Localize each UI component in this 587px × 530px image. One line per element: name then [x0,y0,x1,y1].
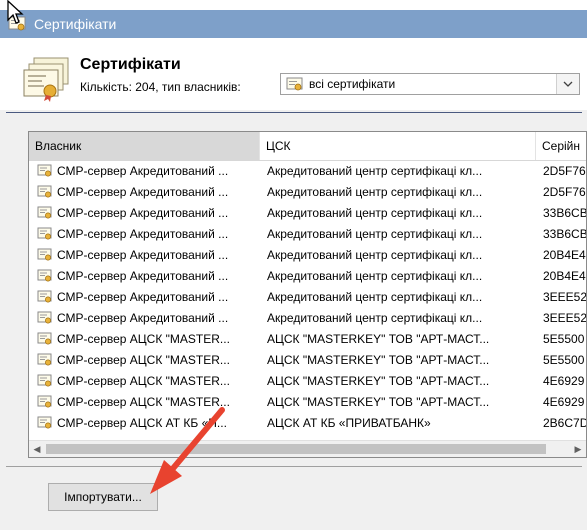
certificates-table[interactable]: Власник ЦСК Серійн СМР-сервер Акредитова… [28,131,587,458]
owner-cell: СМР-сервер Акредитований ... [57,290,229,304]
certificate-icon [37,248,53,262]
title-bar: Сертифікати [0,0,587,48]
table-row[interactable]: СМР-сервер Акредитований ... Акредитовани… [29,266,586,287]
csk-cell: Акредитований центр сертифікаці кл... [267,164,483,178]
column-header-csk[interactable]: ЦСК [260,132,536,160]
serial-cell: 33B6CB [543,206,587,220]
serial-cell: 2D5F76 [543,185,586,199]
certificate-icon [37,416,53,430]
dropdown-button[interactable] [556,74,579,94]
owner-cell: СМР-сервер АЦСК АТ КБ «П... [57,416,227,430]
serial-cell: 3EEE52 [543,290,587,304]
csk-cell: Акредитований центр сертифікаці кл... [267,290,483,304]
csk-cell: Акредитований центр сертифікаці кл... [267,206,483,220]
owner-cell: СМР-сервер Акредитований ... [57,269,229,283]
serial-cell: 33B6CB [543,227,587,241]
table-row[interactable]: СМР-сервер АЦСК "MASTER... АЦСК "MASTERKE… [29,392,586,413]
table-header: Власник ЦСК Серійн [29,132,586,161]
window-title: Сертифікати [34,16,117,32]
csk-cell: Акредитований центр сертифікаці кл... [267,248,483,262]
certificate-icon [37,227,53,241]
csk-cell: Акредитований центр сертифікаці кл... [267,311,483,325]
certificate-icon [37,311,53,325]
certificate-count-label: Кількість: 204, тип власників: [80,80,241,94]
chevron-down-icon [563,81,573,87]
owner-cell: СМР-сервер АЦСК "MASTER... [57,395,230,409]
table-row[interactable]: СМР-сервер АЦСК "MASTER... АЦСК "MASTERKE… [29,371,586,392]
scroll-right-icon[interactable]: ▶ [570,441,586,457]
certificate-icon [37,332,53,346]
table-row[interactable]: СМР-сервер АЦСК "MASTER... АЦСК "MASTERKE… [29,350,586,371]
owner-type-select[interactable]: всі сертифікати [280,73,580,95]
serial-cell: 2D5F76 [543,164,586,178]
owner-cell: СМР-сервер Акредитований ... [57,206,229,220]
certificates-stack-icon [23,57,69,102]
owner-cell: СМР-сервер Акредитований ... [57,311,229,325]
table-row[interactable]: СМР-сервер Акредитований ... Акредитовани… [29,308,587,329]
owner-cell: СМР-сервер Акредитований ... [57,164,229,178]
scroll-left-icon[interactable]: ◀ [29,441,45,457]
certificate-icon [286,77,303,91]
certificate-icon [37,185,53,199]
serial-cell: 20B4E4 [543,269,586,283]
owner-cell: СМР-сервер Акредитований ... [57,248,229,262]
csk-cell: АЦСК "MASTERKEY" ТОВ "АРТ-МАСТ... [267,332,490,346]
serial-cell: 5E5500 [543,332,585,346]
table-body: СМР-сервер Акредитований ... Акредитовани… [29,161,587,434]
csk-cell: Акредитований центр сертифікаці кл... [267,269,483,283]
csk-cell: АЦСК АТ КБ «ПРИВАТБАНК» [267,416,431,430]
table-row[interactable]: СМР-сервер Акредитований ... Акредитовани… [29,161,586,182]
serial-cell: 20B4E4 [543,248,586,262]
horizontal-scrollbar[interactable]: ◀ ▶ [29,440,586,457]
certificate-icon [37,353,53,367]
owner-cell: СМР-сервер АЦСК "MASTER... [57,353,230,367]
certificate-icon [37,374,53,388]
owner-cell: СМР-сервер Акредитований ... [57,185,229,199]
serial-cell: 5E5500 [543,353,585,367]
certificate-icon [37,290,53,304]
csk-cell: АЦСК "MASTERKEY" ТОВ "АРТ-МАСТ... [267,374,490,388]
table-row[interactable]: СМР-сервер Акредитований ... Акредитовани… [29,287,587,308]
owner-cell: СМР-сервер АЦСК "MASTER... [57,332,230,346]
page-title: Сертифікати [80,56,181,73]
mouse-cursor-icon [7,0,24,24]
header-area: Сертифікати Кількість: 204, тип власникі… [0,48,587,110]
serial-cell: 3EEE52 [543,311,587,325]
certificate-icon [37,395,53,409]
certificate-icon [37,269,53,283]
footer-separator [6,466,582,467]
table-row[interactable]: СМР-сервер АЦСК "MASTER... АЦСК "MASTERKE… [29,329,586,350]
owner-type-selected-value: всі сертифікати [309,77,396,91]
table-row[interactable]: СМР-сервер Акредитований ... Акредитовани… [29,224,587,245]
column-header-owner[interactable]: Власник [29,132,260,160]
column-header-serial[interactable]: Серійн [536,132,586,160]
serial-cell: 4E6929 [543,395,585,409]
owner-cell: СМР-сервер Акредитований ... [57,227,229,241]
csk-cell: АЦСК "MASTERKEY" ТОВ "АРТ-МАСТ... [267,353,490,367]
csk-cell: АЦСК "MASTERKEY" ТОВ "АРТ-МАСТ... [267,395,490,409]
table-row[interactable]: СМР-сервер Акредитований ... Акредитовани… [29,203,587,224]
certificate-icon [37,164,53,178]
import-button[interactable]: Імпортувати... [48,483,158,511]
table-row[interactable]: СМР-сервер АЦСК АТ КБ «П... АЦСК АТ КБ «П… [29,413,587,434]
serial-cell: 4E6929 [543,374,585,388]
certificate-icon [37,206,53,220]
serial-cell: 2B6C7D [543,416,587,430]
owner-cell: СМР-сервер АЦСК "MASTER... [57,374,230,388]
header-separator [6,112,582,113]
scrollbar-thumb[interactable] [46,444,546,454]
table-row[interactable]: СМР-сервер Акредитований ... Акредитовани… [29,245,586,266]
table-row[interactable]: СМР-сервер Акредитований ... Акредитовани… [29,182,586,203]
csk-cell: Акредитований центр сертифікаці кл... [267,227,483,241]
csk-cell: Акредитований центр сертифікаці кл... [267,185,483,199]
